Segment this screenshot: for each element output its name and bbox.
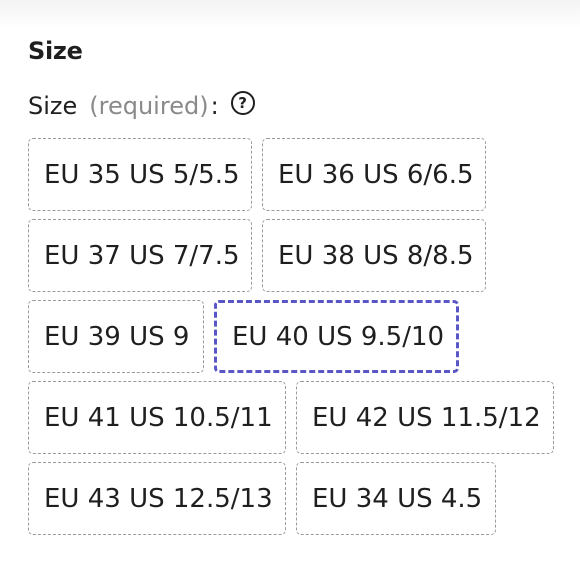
size-option-eu38[interactable]: EU 38 US 8/8.5: [262, 219, 486, 292]
label-colon: :: [210, 92, 219, 120]
size-option-eu37[interactable]: EU 37 US 7/7.5: [28, 219, 252, 292]
size-options: EU 35 US 5/5.5 EU 36 US 6/6.5 EU 37 US 7…: [28, 138, 568, 543]
size-option-eu43[interactable]: EU 43 US 12.5/13: [28, 462, 286, 535]
size-field-label-row: Size (required) : ?: [28, 88, 568, 124]
size-field-label: Size: [28, 92, 78, 120]
size-option-eu35[interactable]: EU 35 US 5/5.5: [28, 138, 252, 211]
size-options-row: EU 41 US 10.5/11 EU 42 US 11.5/12: [28, 381, 568, 454]
size-option-eu42[interactable]: EU 42 US 11.5/12: [296, 381, 554, 454]
size-option-eu34[interactable]: EU 34 US 4.5: [296, 462, 496, 535]
section-title: Size: [28, 37, 83, 65]
size-options-row: EU 35 US 5/5.5 EU 36 US 6/6.5: [28, 138, 568, 211]
top-fade: [0, 0, 580, 28]
size-options-row: EU 37 US 7/7.5 EU 38 US 8/8.5: [28, 219, 568, 292]
size-option-eu39[interactable]: EU 39 US 9: [28, 300, 204, 373]
size-section: Size Size (required) : ? EU 35 US 5/5.5 …: [28, 34, 568, 535]
question-circle-icon[interactable]: ?: [230, 91, 255, 115]
size-options-row: EU 43 US 12.5/13 EU 34 US 4.5: [28, 462, 568, 535]
size-options-row: EU 39 US 9 EU 40 US 9.5/10: [28, 300, 568, 373]
size-option-eu41[interactable]: EU 41 US 10.5/11: [28, 381, 286, 454]
size-option-eu36[interactable]: EU 36 US 6/6.5: [262, 138, 486, 211]
required-indicator: (required): [89, 92, 209, 120]
size-option-eu40[interactable]: EU 40 US 9.5/10: [214, 300, 459, 373]
